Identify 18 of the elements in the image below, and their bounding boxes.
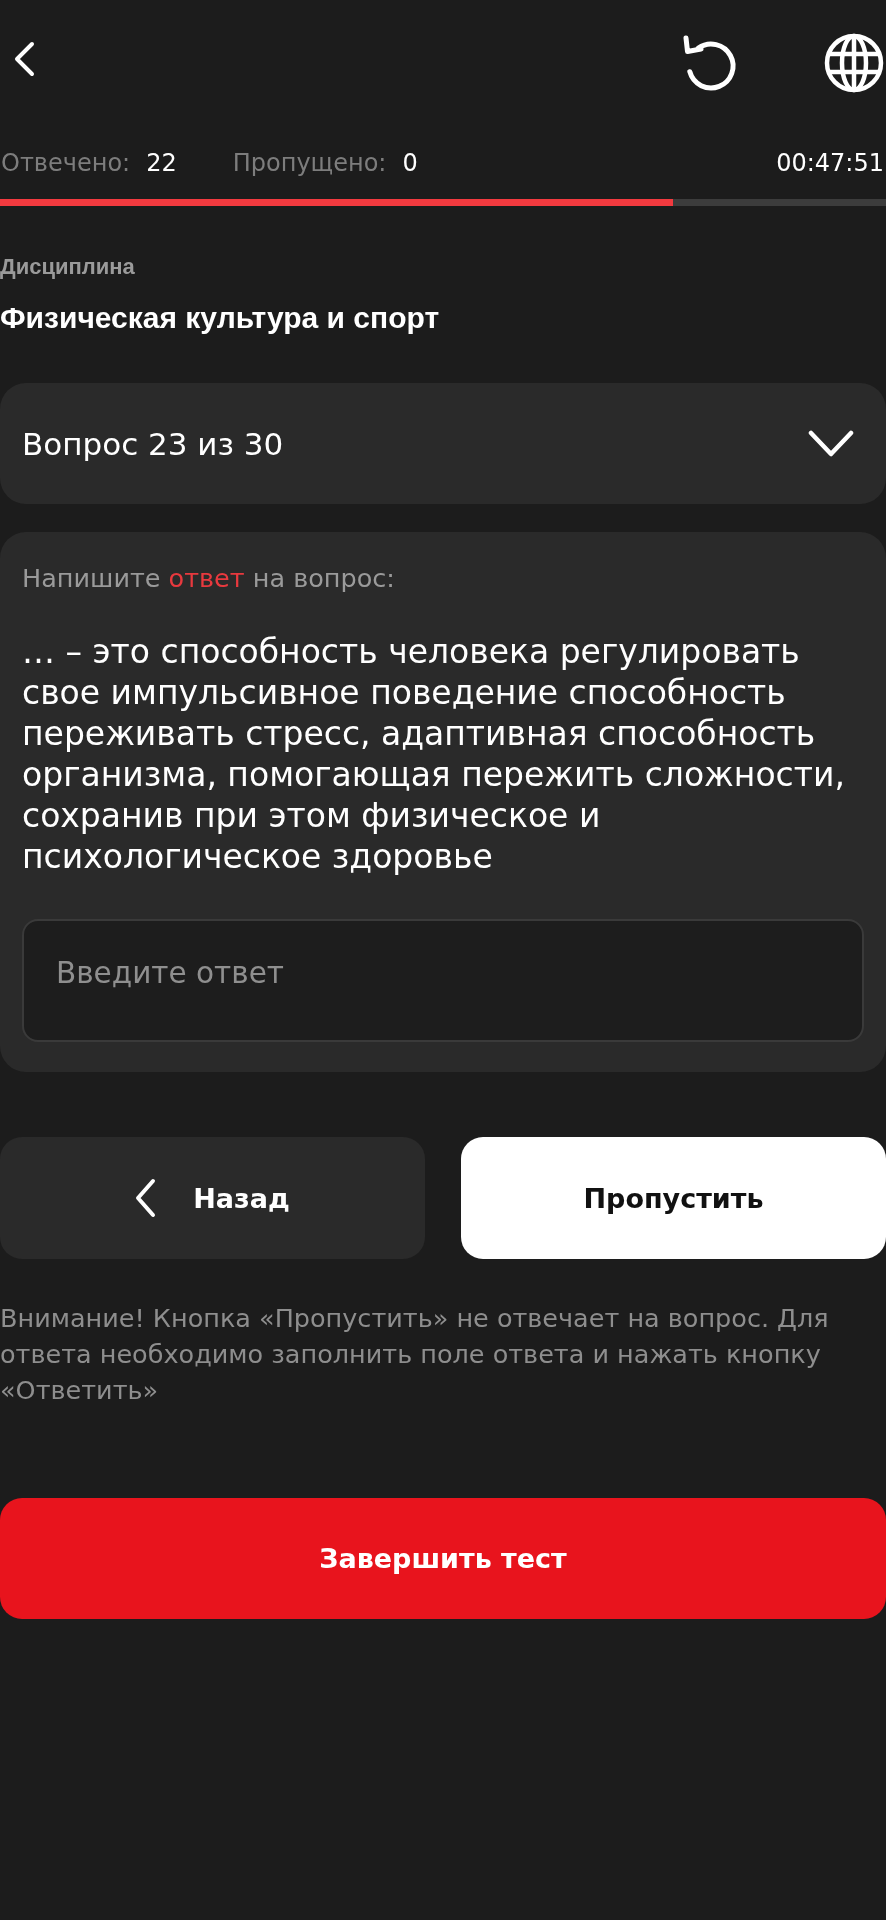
discipline-label: Дисциплина	[0, 254, 135, 280]
globe-icon[interactable]	[824, 33, 884, 93]
stat-label: Отвечено:	[1, 148, 131, 179]
warning-text: Внимание! Кнопка «Пропустить» не отвечает на вопрос. Для ответа необходимо заполнить поле ответа и нажать кнопку «Ответить»	[0, 1302, 830, 1407]
back-button[interactable]: Назад	[0, 1137, 425, 1259]
skip-button[interactable]: Пропустить	[461, 1137, 886, 1259]
answer-field[interactable]: Введите ответ	[22, 919, 864, 1042]
question-text: … – это способность человека регулировать свое импульсивное поведение способность переживать стресс, адаптивная способность организма, помогающая пережить сложности, сохранив при этом физическое и психологическое здоровье	[22, 631, 846, 877]
stat-value: 0	[402, 148, 418, 179]
chevron-left-icon	[133, 1178, 158, 1218]
stat-value: 22	[146, 148, 177, 179]
finish-button[interactable]: Завершить тест	[0, 1498, 886, 1619]
question-dropdown[interactable]: Вопрос 23 из 30	[0, 383, 886, 504]
timer-text: 00:47:51	[776, 148, 884, 179]
stat-label: Пропущено:	[232, 148, 387, 179]
discipline-title: Физическая культура и спорт	[0, 301, 440, 335]
prompt-text: Напишите ответ на вопрос:	[22, 562, 395, 594]
back-icon[interactable]	[12, 41, 36, 77]
